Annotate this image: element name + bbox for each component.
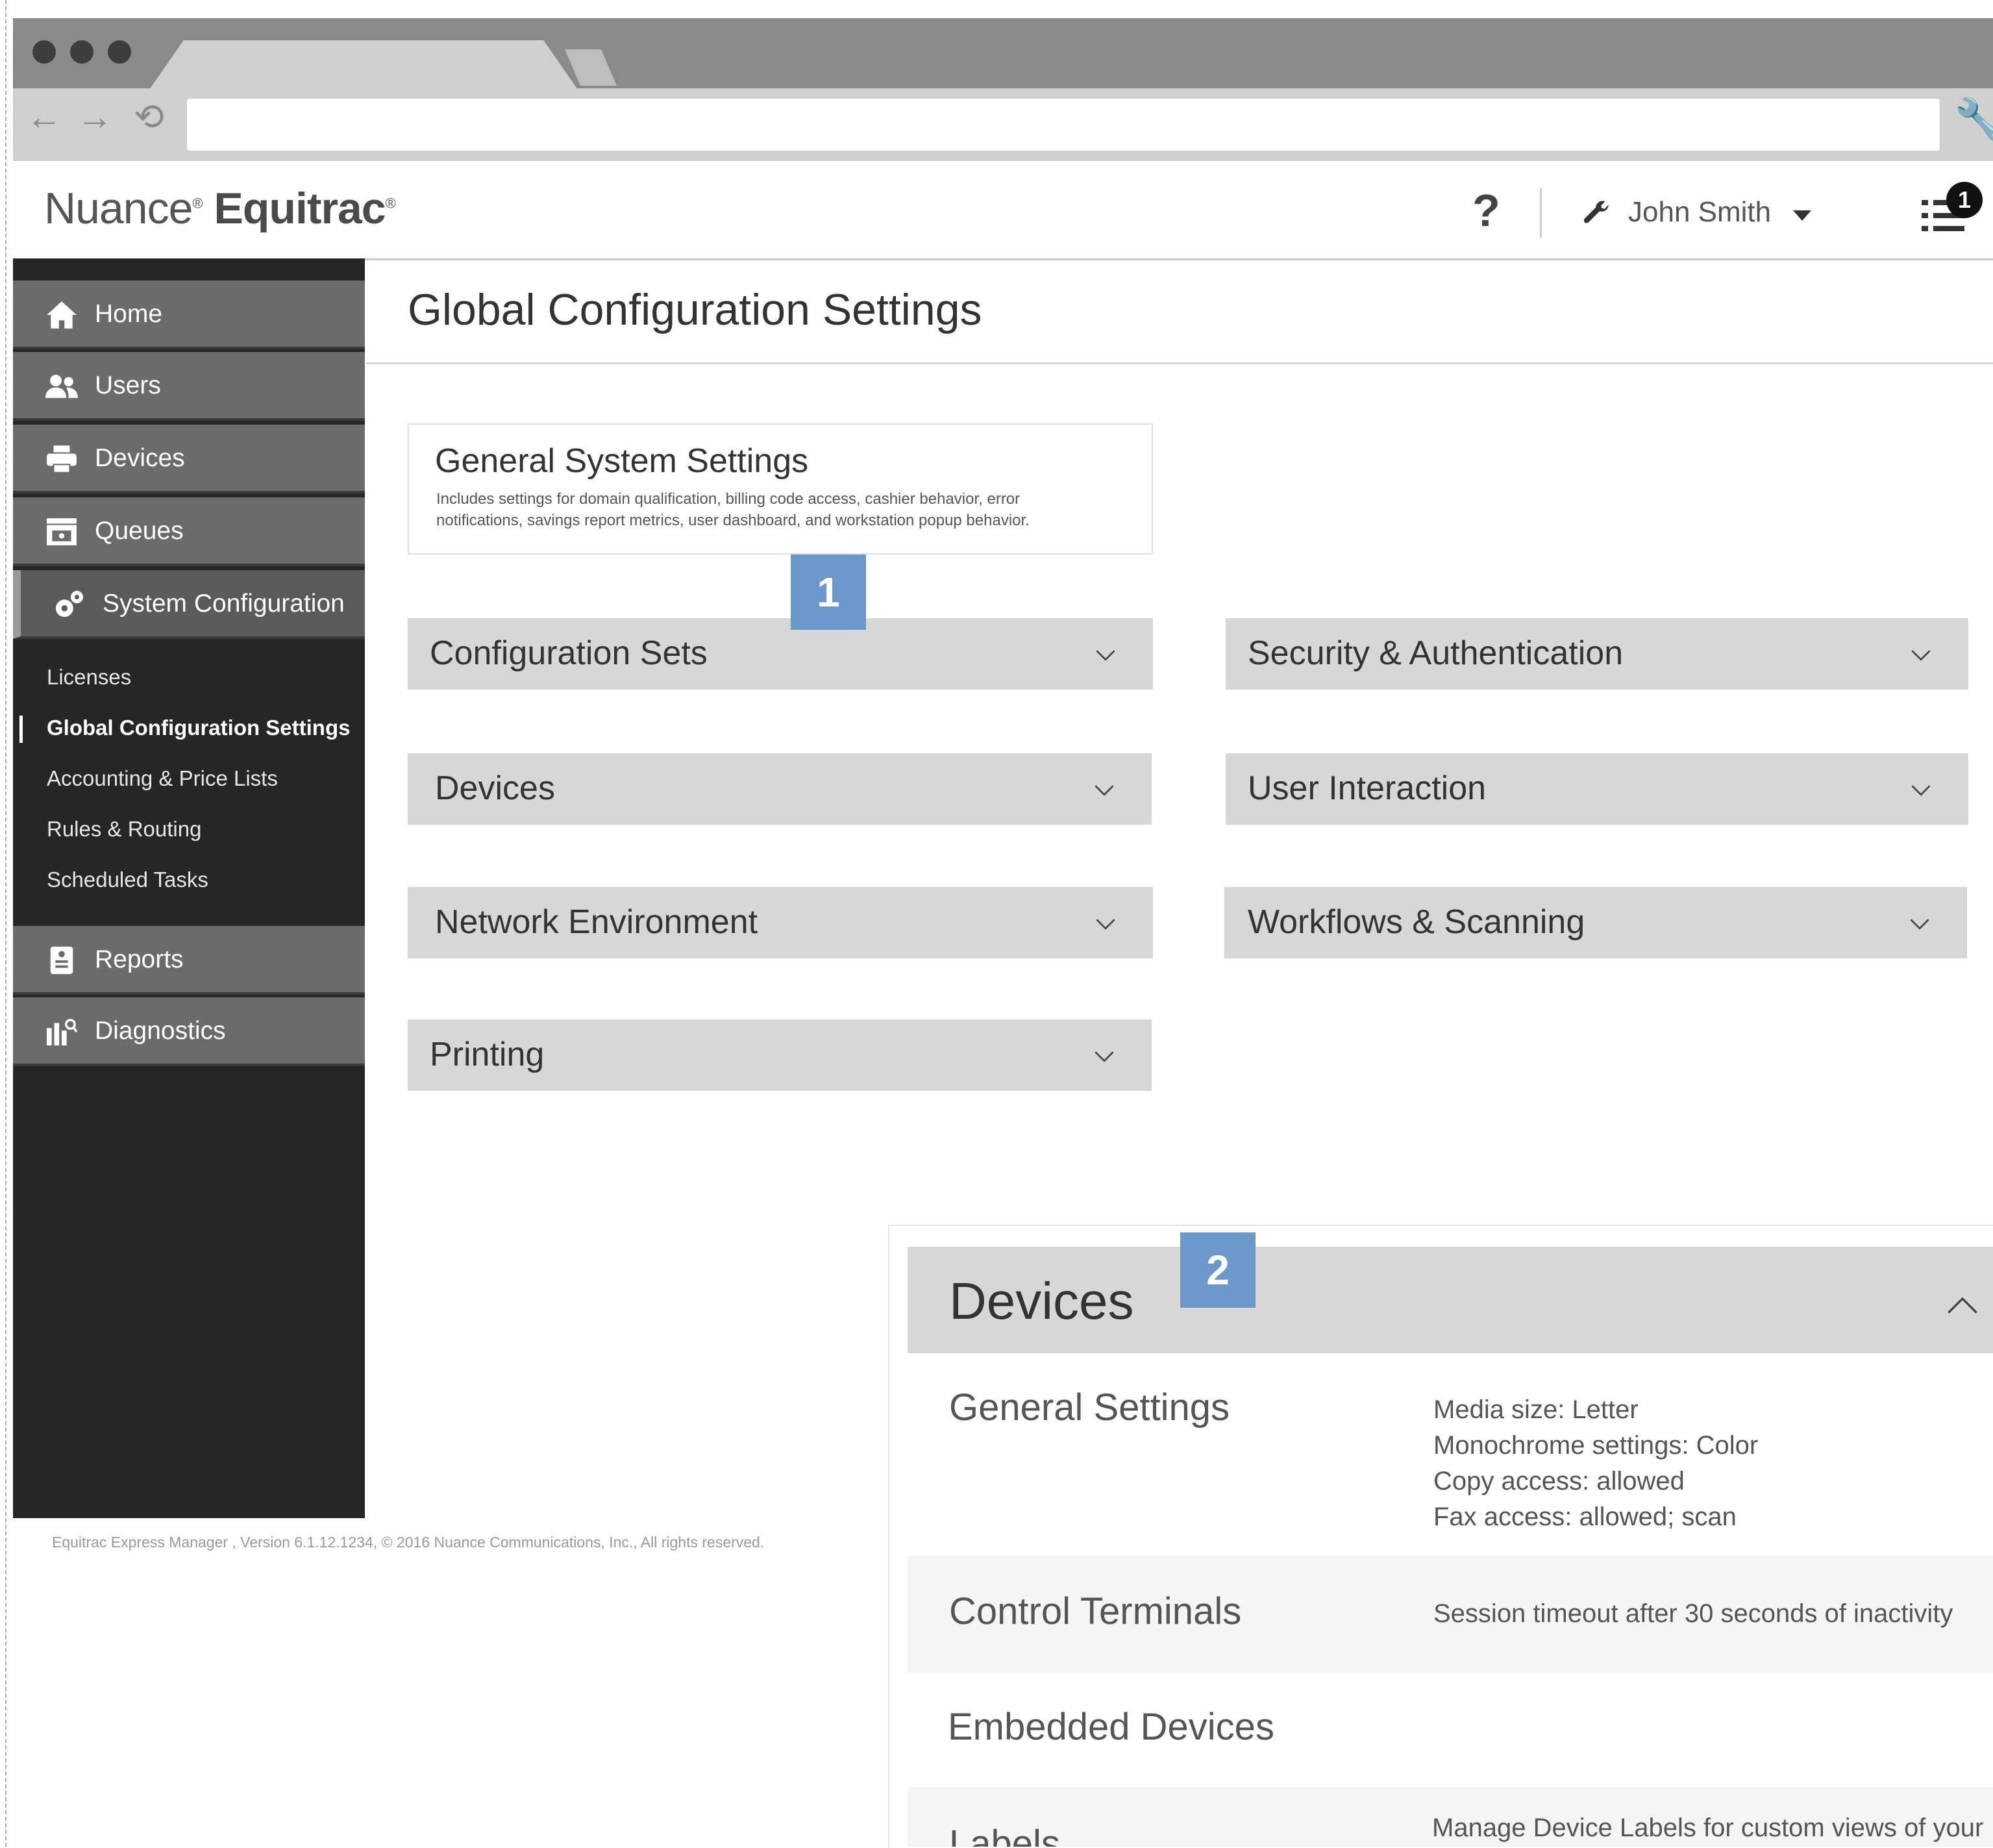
chevron-down-icon[interactable] bbox=[1793, 210, 1811, 221]
row-value: Media size: Letter bbox=[1433, 1395, 1639, 1424]
accordion-user-interaction[interactable]: User Interaction bbox=[1226, 753, 1968, 825]
sidebar-item-diagnostics[interactable]: Diagnostics bbox=[13, 997, 365, 1066]
accordion-label: Printing bbox=[430, 1036, 545, 1073]
window-dot-icon[interactable] bbox=[70, 40, 93, 64]
row-value: Monochrome settings: Color bbox=[1433, 1431, 1759, 1460]
reload-icon[interactable]: ⟲ bbox=[134, 97, 164, 136]
users-icon bbox=[45, 375, 78, 398]
row-label: Labels bbox=[949, 1823, 1060, 1847]
row-label: Control Terminals bbox=[949, 1590, 1242, 1632]
row-label: General Settings bbox=[949, 1386, 1230, 1429]
app-logo[interactable]: Nuance® Equitrac® bbox=[44, 183, 396, 234]
chevron-down-icon bbox=[1095, 785, 1114, 796]
sidebar-item-home[interactable]: Home bbox=[13, 281, 365, 349]
accordion-label: Devices bbox=[435, 769, 555, 807]
sidebar-item-label: Devices bbox=[95, 444, 185, 472]
callout-marker-1: 1 bbox=[791, 555, 866, 630]
report-icon bbox=[50, 946, 73, 975]
devices-row-general-settings[interactable]: General Settings Media size: Letter Mono… bbox=[908, 1353, 1993, 1556]
chevron-up-icon[interactable] bbox=[1946, 1292, 1979, 1318]
address-bar[interactable] bbox=[187, 99, 1940, 151]
sidebar-subitem-global-configuration-settings[interactable]: Global Configuration Settings bbox=[47, 716, 350, 740]
accordion-label: Security & Authentication bbox=[1248, 634, 1624, 672]
sidebar-item-users[interactable]: Users bbox=[13, 352, 365, 421]
devices-panel-title: Devices bbox=[949, 1272, 1134, 1330]
chevron-down-icon bbox=[1910, 919, 1929, 930]
row-value: Copy access: allowed bbox=[1433, 1467, 1685, 1495]
general-system-settings-title[interactable]: General System Settings bbox=[435, 442, 808, 481]
accordion-security-authentication[interactable]: Security & Authentication bbox=[1226, 618, 1968, 690]
active-subitem-indicator bbox=[19, 716, 23, 743]
registered-mark: ® bbox=[192, 195, 203, 212]
sidebar-subitem-accounting-price-lists[interactable]: Accounting & Price Lists bbox=[47, 766, 278, 791]
sidebar-item-system-configuration[interactable]: System Configuration bbox=[13, 570, 365, 639]
wrench-icon bbox=[1583, 201, 1609, 223]
chevron-down-icon bbox=[1096, 650, 1115, 661]
row-values: Media size: Letter Monochrome settings: … bbox=[1433, 1392, 1758, 1535]
forward-arrow-icon[interactable]: → bbox=[77, 97, 113, 136]
sidebar-item-devices[interactable]: Devices bbox=[13, 425, 365, 493]
sidebar-item-label: Users bbox=[95, 371, 161, 399]
accordion-configuration-sets[interactable]: Configuration Sets bbox=[408, 618, 1153, 690]
accordion-label: Configuration Sets bbox=[430, 634, 708, 672]
row-value: Session timeout after 30 seconds of inac… bbox=[1433, 1599, 1953, 1628]
gears-icon bbox=[55, 590, 84, 618]
accordion-network-environment[interactable]: Network Environment bbox=[408, 887, 1153, 958]
home-icon bbox=[47, 301, 77, 329]
row-value: Manage Device Labels for custom views of… bbox=[1432, 1814, 1984, 1842]
chevron-down-icon bbox=[1911, 650, 1931, 661]
help-icon[interactable]: ? bbox=[1472, 184, 1500, 236]
diagnostics-icon bbox=[47, 1019, 78, 1046]
footer-copyright: Equitrac Express Manager , Version 6.1.1… bbox=[52, 1534, 765, 1551]
sidebar-item-label: Home bbox=[95, 300, 163, 328]
row-label: Embedded Devices bbox=[948, 1706, 1274, 1748]
callout-marker-2: 2 bbox=[1180, 1232, 1256, 1308]
sidebar-subitem-scheduled-tasks[interactable]: Scheduled Tasks bbox=[47, 868, 208, 892]
user-menu-name[interactable]: John Smith bbox=[1628, 196, 1771, 229]
page-guide-line bbox=[5, 0, 6, 1847]
header-divider bbox=[1540, 188, 1542, 238]
chevron-down-icon bbox=[1911, 785, 1931, 796]
sidebar-subitem-licenses[interactable]: Licenses bbox=[47, 665, 131, 690]
sidebar-item-reports[interactable]: Reports bbox=[13, 926, 365, 995]
printer-icon bbox=[47, 445, 77, 473]
chevron-down-icon bbox=[1096, 919, 1115, 930]
sidebar-item-label: Queues bbox=[95, 517, 184, 545]
logo-prefix: Nuance bbox=[44, 184, 193, 233]
queue-icon bbox=[47, 518, 77, 545]
browser-tab[interactable] bbox=[149, 40, 578, 90]
sidebar-subitem-rules-routing[interactable]: Rules & Routing bbox=[47, 817, 201, 842]
logo-brand: Equitrac bbox=[214, 184, 386, 233]
accordion-printing[interactable]: Printing bbox=[408, 1019, 1152, 1091]
chevron-down-icon bbox=[1095, 1051, 1114, 1062]
devices-row-control-terminals[interactable]: Control Terminals Session timeout after … bbox=[908, 1556, 1993, 1673]
devices-row-embedded-devices[interactable]: Embedded Devices bbox=[908, 1673, 1993, 1787]
registered-mark: ® bbox=[385, 195, 396, 212]
page-title: Global Configuration Settings bbox=[408, 285, 982, 334]
sidebar-item-label: Reports bbox=[95, 945, 184, 973]
accordion-label: Network Environment bbox=[435, 903, 758, 941]
general-system-settings-description: Includes settings for domain qualificati… bbox=[436, 490, 1030, 529]
row-value: Fax access: allowed; scan bbox=[1433, 1503, 1737, 1531]
notification-badge[interactable]: 1 bbox=[1946, 182, 1983, 218]
title-divider bbox=[366, 362, 1993, 364]
devices-row-labels[interactable]: Labels Manage Device Labels for custom v… bbox=[908, 1787, 1993, 1847]
accordion-workflows-scanning[interactable]: Workflows & Scanning bbox=[1224, 887, 1967, 958]
sidebar-item-label: System Configuration bbox=[103, 590, 345, 618]
window-dot-icon[interactable] bbox=[32, 40, 56, 64]
window-dot-icon[interactable] bbox=[108, 40, 131, 64]
accordion-devices[interactable]: Devices bbox=[408, 753, 1152, 825]
accordion-label: User Interaction bbox=[1248, 769, 1487, 807]
accordion-label: Workflows & Scanning bbox=[1248, 903, 1585, 941]
sidebar-item-label: Diagnostics bbox=[95, 1017, 226, 1045]
browser-settings-wrench-icon[interactable]: 🔧 bbox=[1954, 96, 1993, 144]
sidebar-item-queues[interactable]: Queues bbox=[13, 497, 365, 566]
back-arrow-icon[interactable]: ← bbox=[26, 97, 62, 136]
